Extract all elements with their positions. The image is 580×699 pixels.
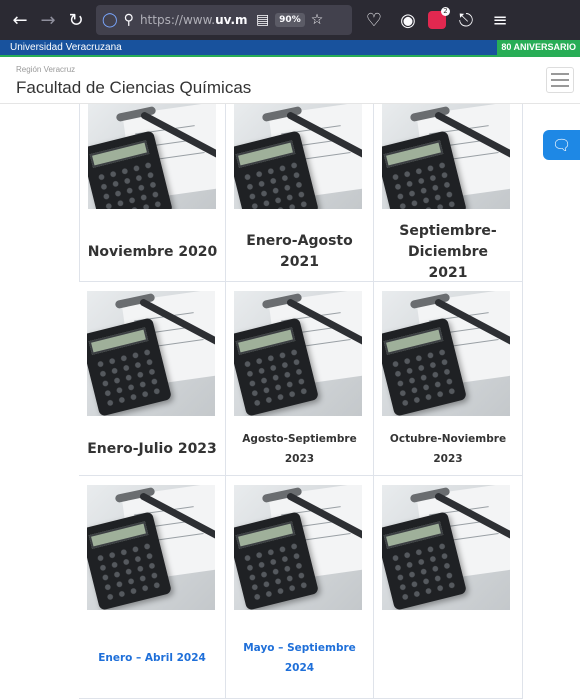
lock-icon[interactable]: ⚲ bbox=[124, 12, 134, 28]
calculator-photo[interactable] bbox=[87, 291, 215, 416]
calculator-photo[interactable] bbox=[234, 104, 362, 209]
browser-toolbar: ← → ↻ ◯ ⚲ https://www.uv.m ▤ 90% ☆ ♡ ◉ 2… bbox=[0, 0, 580, 40]
period-caption: Octubre-Noviembre 2023 bbox=[389, 433, 507, 465]
period-caption: Noviembre 2020 bbox=[87, 243, 218, 260]
account-icon[interactable]: ◉ bbox=[394, 6, 422, 34]
period-caption: Agosto-Septiembre 2023 bbox=[242, 433, 357, 465]
calculator-photo[interactable] bbox=[382, 291, 510, 416]
region-label: Región Veracruz bbox=[16, 65, 76, 74]
period-card[interactable]: Octubre-Noviembre 2023 bbox=[374, 282, 523, 476]
period-link[interactable]: Mayo – Septiembre 2024 bbox=[226, 616, 373, 698]
anniversary-badge: 80 ANIVERSARIO bbox=[497, 40, 580, 55]
tracking-shield-icon[interactable]: ◯ bbox=[102, 12, 118, 28]
calculator-photo[interactable] bbox=[87, 485, 215, 610]
reload-icon[interactable]: ↻ bbox=[62, 6, 90, 34]
share-icon[interactable]: ⎋ bbox=[452, 6, 480, 34]
period-card[interactable]: Agosto-Septiembre 2023 bbox=[226, 282, 374, 476]
period-grid: Noviembre 2020 Enero-Agosto 2021 Septiem… bbox=[79, 104, 523, 699]
chat-icon[interactable]: 🗨 bbox=[543, 130, 580, 160]
url-bar[interactable]: ◯ ⚲ https://www.uv.m ▤ 90% ☆ bbox=[96, 5, 352, 35]
back-arrow-icon[interactable]: ← bbox=[6, 6, 34, 34]
calculator-photo[interactable] bbox=[234, 485, 362, 610]
pocket-icon[interactable]: ♡ bbox=[360, 6, 388, 34]
period-card[interactable]: Septiembre-Diciembre 2021 bbox=[374, 104, 523, 282]
university-link[interactable]: Universidad Veracruzana bbox=[10, 42, 122, 53]
zoom-badge[interactable]: 90% bbox=[275, 13, 305, 27]
period-card[interactable]: Enero – Abril 2024 bbox=[79, 476, 226, 699]
period-card[interactable]: Enero-Julio 2023 bbox=[79, 282, 226, 476]
forward-arrow-icon[interactable]: → bbox=[34, 6, 62, 34]
calculator-photo[interactable] bbox=[234, 291, 362, 416]
hamburger-menu-button[interactable] bbox=[546, 67, 574, 93]
period-caption: Enero-Agosto 2021 bbox=[246, 233, 353, 270]
calculator-photo[interactable] bbox=[382, 485, 510, 610]
site-header: Región Veracruz Facultad de Ciencias Quí… bbox=[0, 59, 580, 104]
period-link[interactable]: Enero – Abril 2024 bbox=[79, 616, 225, 698]
calculator-photo[interactable] bbox=[88, 104, 216, 209]
extension-icon[interactable]: 2 bbox=[428, 7, 450, 29]
menu-icon[interactable]: ≡ bbox=[486, 6, 514, 34]
period-card[interactable]: Mayo – Septiembre 2024 bbox=[226, 476, 374, 699]
period-card[interactable]: Noviembre 2020 bbox=[79, 104, 226, 282]
period-card[interactable] bbox=[374, 476, 523, 699]
url-text[interactable]: https://www.uv.m bbox=[140, 13, 250, 27]
period-card[interactable]: Enero-Agosto 2021 bbox=[226, 104, 374, 282]
period-caption: Septiembre-Diciembre 2021 bbox=[399, 222, 497, 281]
faculty-title[interactable]: Facultad de Ciencias Químicas bbox=[16, 78, 251, 98]
period-caption: Enero-Julio 2023 bbox=[87, 441, 217, 457]
reader-view-icon[interactable]: ▤ bbox=[256, 12, 269, 28]
calculator-photo[interactable] bbox=[382, 104, 510, 209]
university-bar: Universidad Veracruzana 80 ANIVERSARIO bbox=[0, 40, 580, 57]
star-icon[interactable]: ☆ bbox=[311, 12, 324, 28]
